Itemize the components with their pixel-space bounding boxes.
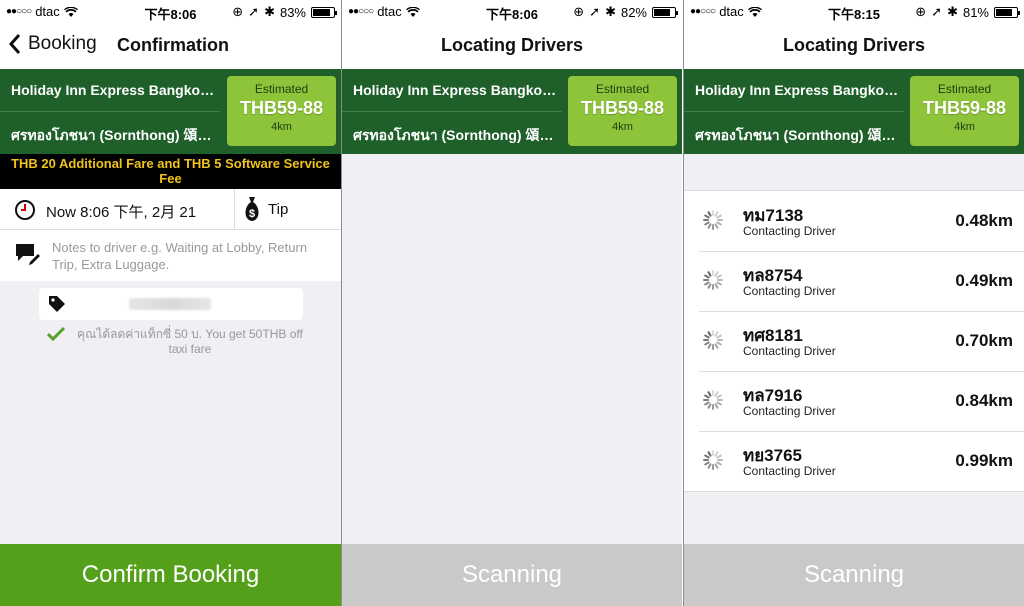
chevron-left-icon	[8, 34, 21, 54]
battery-percent: 83%	[279, 4, 306, 20]
scanning-button[interactable]: Scanning	[684, 544, 1024, 606]
driver-row[interactable]: ทล7916 Contacting Driver 0.84km	[684, 371, 1024, 431]
status-bar: ●●○○○ dtac 下午8:15 ⊕ ➚ ✱ 81%	[684, 0, 1024, 22]
estimate-label: Estimated	[937, 82, 992, 96]
page-title: Locating Drivers	[440, 35, 584, 55]
location-icon: ➚	[931, 4, 943, 19]
tip-divider	[234, 189, 235, 230]
lock-rotation-icon: ⊕	[915, 4, 927, 19]
promo-code-field[interactable]	[39, 288, 303, 320]
confirmation-screen: ●●○○○ dtac 下午8:06 ⊕ ➚ ✱ 83% Booking Confirma…	[0, 0, 341, 606]
driver-status: Contacting Driver	[743, 344, 836, 358]
battery-percent: 82%	[620, 4, 647, 20]
driver-status: Contacting Driver	[743, 404, 836, 418]
checkmark-icon	[47, 327, 65, 341]
notes-placeholder[interactable]: Notes to driver e.g. Waiting at Lobby, R…	[52, 239, 322, 273]
loading-spinner-icon	[703, 270, 723, 290]
driver-distance: 0.49km	[955, 271, 1013, 290]
driver-row[interactable]: ทศ8181 Contacting Driver 0.70km	[684, 311, 1024, 371]
status-bar: ●●○○○ dtac 下午8:06 ⊕ ➚ ✱ 82%	[342, 0, 682, 22]
loading-spinner-icon	[703, 450, 723, 470]
locating-drivers-screen: ●●○○○ dtac 下午8:06 ⊕ ➚ ✱ 82% Locating Drivers…	[342, 0, 682, 606]
location-icon: ➚	[248, 4, 260, 19]
loading-spinner-icon	[703, 210, 723, 230]
driver-distance: 0.48km	[955, 211, 1013, 230]
location-icon: ➚	[589, 4, 601, 19]
pickup-time: Now 8:06 下午, 2月 21	[46, 204, 197, 221]
svg-text:$: $	[249, 208, 255, 220]
fare-estimate: Estimated THB59-88 4km	[910, 76, 1019, 146]
locating-drivers-list-screen: ●●○○○ dtac 下午8:15 ⊕ ➚ ✱ 81% Locating Drivers…	[684, 0, 1024, 606]
fare-estimate: Estimated THB59-88 4km	[568, 76, 677, 146]
route-banner: Holiday Inn Express Bangkok Sukhumvit ศร…	[342, 69, 682, 154]
pickup-location: Holiday Inn Express Bangkok Sukhumvit	[353, 82, 561, 98]
page-title: Locating Drivers	[782, 35, 926, 55]
driver-distance: 0.99km	[955, 451, 1013, 470]
page-title: Confirmation	[117, 35, 229, 55]
bluetooth-icon: ✱	[264, 4, 275, 19]
driver-notes-field[interactable]: Notes to driver e.g. Waiting at Lobby, R…	[0, 230, 341, 281]
driver-row[interactable]: ทม7138 Contacting Driver 0.48km	[684, 191, 1024, 251]
pickup-location: Holiday Inn Express Bangkok Sukhumvit	[11, 82, 219, 98]
nav-bar: Locating Drivers	[342, 22, 682, 69]
estimate-distance: 4km	[271, 121, 292, 133]
loading-spinner-icon	[703, 330, 723, 350]
back-button[interactable]: Booking	[8, 33, 97, 55]
driver-status: Contacting Driver	[743, 224, 836, 238]
status-bar: ●●○○○ dtac 下午8:06 ⊕ ➚ ✱ 83%	[0, 0, 341, 22]
estimate-distance: 4km	[954, 121, 975, 133]
tip-label[interactable]: Tip	[268, 201, 288, 218]
confirm-booking-button[interactable]: Confirm Booking	[0, 544, 341, 606]
pickup-time-row[interactable]: Now 8:06 下午, 2月 21 $ Tip	[0, 189, 341, 230]
pickup-location: Holiday Inn Express Bangkok Sukhumvit	[695, 82, 903, 98]
scanning-button[interactable]: Scanning	[342, 544, 682, 606]
nav-bar: Locating Drivers	[684, 22, 1024, 69]
back-label: Booking	[28, 33, 97, 54]
driver-status: Contacting Driver	[743, 464, 836, 478]
screens: ●●○○○ dtac 下午8:06 ⊕ ➚ ✱ 83% Booking Confirma…	[0, 0, 1024, 606]
route-banner: Holiday Inn Express Bangkok Sukhumvit ศร…	[0, 69, 341, 154]
route-divider	[684, 111, 904, 112]
promo-message: คุณได้ลดค่าแท็กซี่ 50 บ. You get 50THB o…	[77, 327, 303, 356]
driver-row[interactable]: ทย3765 Contacting Driver 0.99km	[684, 431, 1024, 491]
nav-bar: Booking Confirmation	[0, 22, 341, 69]
destination-location: ศรทองโภชนา (Sornthong) 頌通海鮮餐廳	[695, 127, 903, 143]
lock-rotation-icon: ⊕	[573, 4, 585, 19]
battery-percent: 81%	[962, 4, 989, 20]
battery-icon	[652, 6, 678, 18]
estimate-label: Estimated	[595, 82, 650, 96]
battery-icon	[311, 6, 337, 18]
lock-rotation-icon: ⊕	[232, 4, 244, 19]
destination-location: ศรทองโภชนา (Sornthong) 頌通海鮮餐廳	[11, 127, 219, 143]
driver-distance: 0.84km	[955, 391, 1013, 410]
driver-distance: 0.70km	[955, 331, 1013, 350]
money-bag-icon[interactable]: $	[242, 196, 262, 222]
fare-notice: THB 20 Additional Fare and THB 5 Softwar…	[0, 154, 341, 189]
route-banner: Holiday Inn Express Bangkok Sukhumvit ศร…	[684, 69, 1024, 154]
destination-location: ศรทองโภชนา (Sornthong) 頌通海鮮餐廳	[353, 127, 561, 143]
driver-row[interactable]: ทล8754 Contacting Driver 0.49km	[684, 251, 1024, 311]
battery-icon	[994, 6, 1020, 18]
route-divider	[342, 111, 562, 112]
bluetooth-icon: ✱	[605, 4, 616, 19]
estimate-distance: 4km	[612, 121, 633, 133]
estimate-label: Estimated	[254, 82, 309, 96]
promo-code-value	[129, 298, 211, 310]
driver-status: Contacting Driver	[743, 284, 836, 298]
bluetooth-icon: ✱	[947, 4, 958, 19]
estimate-price: THB59-88	[580, 98, 665, 118]
comment-edit-icon	[16, 244, 40, 265]
clock-icon	[15, 200, 35, 220]
estimate-price: THB59-88	[239, 98, 324, 118]
driver-list: ทม7138 Contacting Driver 0.48km ทล8754 Conta…	[684, 190, 1024, 492]
estimate-price: THB59-88	[922, 98, 1007, 118]
loading-spinner-icon	[703, 390, 723, 410]
price-tag-icon	[49, 296, 65, 312]
route-divider	[0, 111, 220, 112]
fare-estimate: Estimated THB59-88 4km	[227, 76, 336, 146]
